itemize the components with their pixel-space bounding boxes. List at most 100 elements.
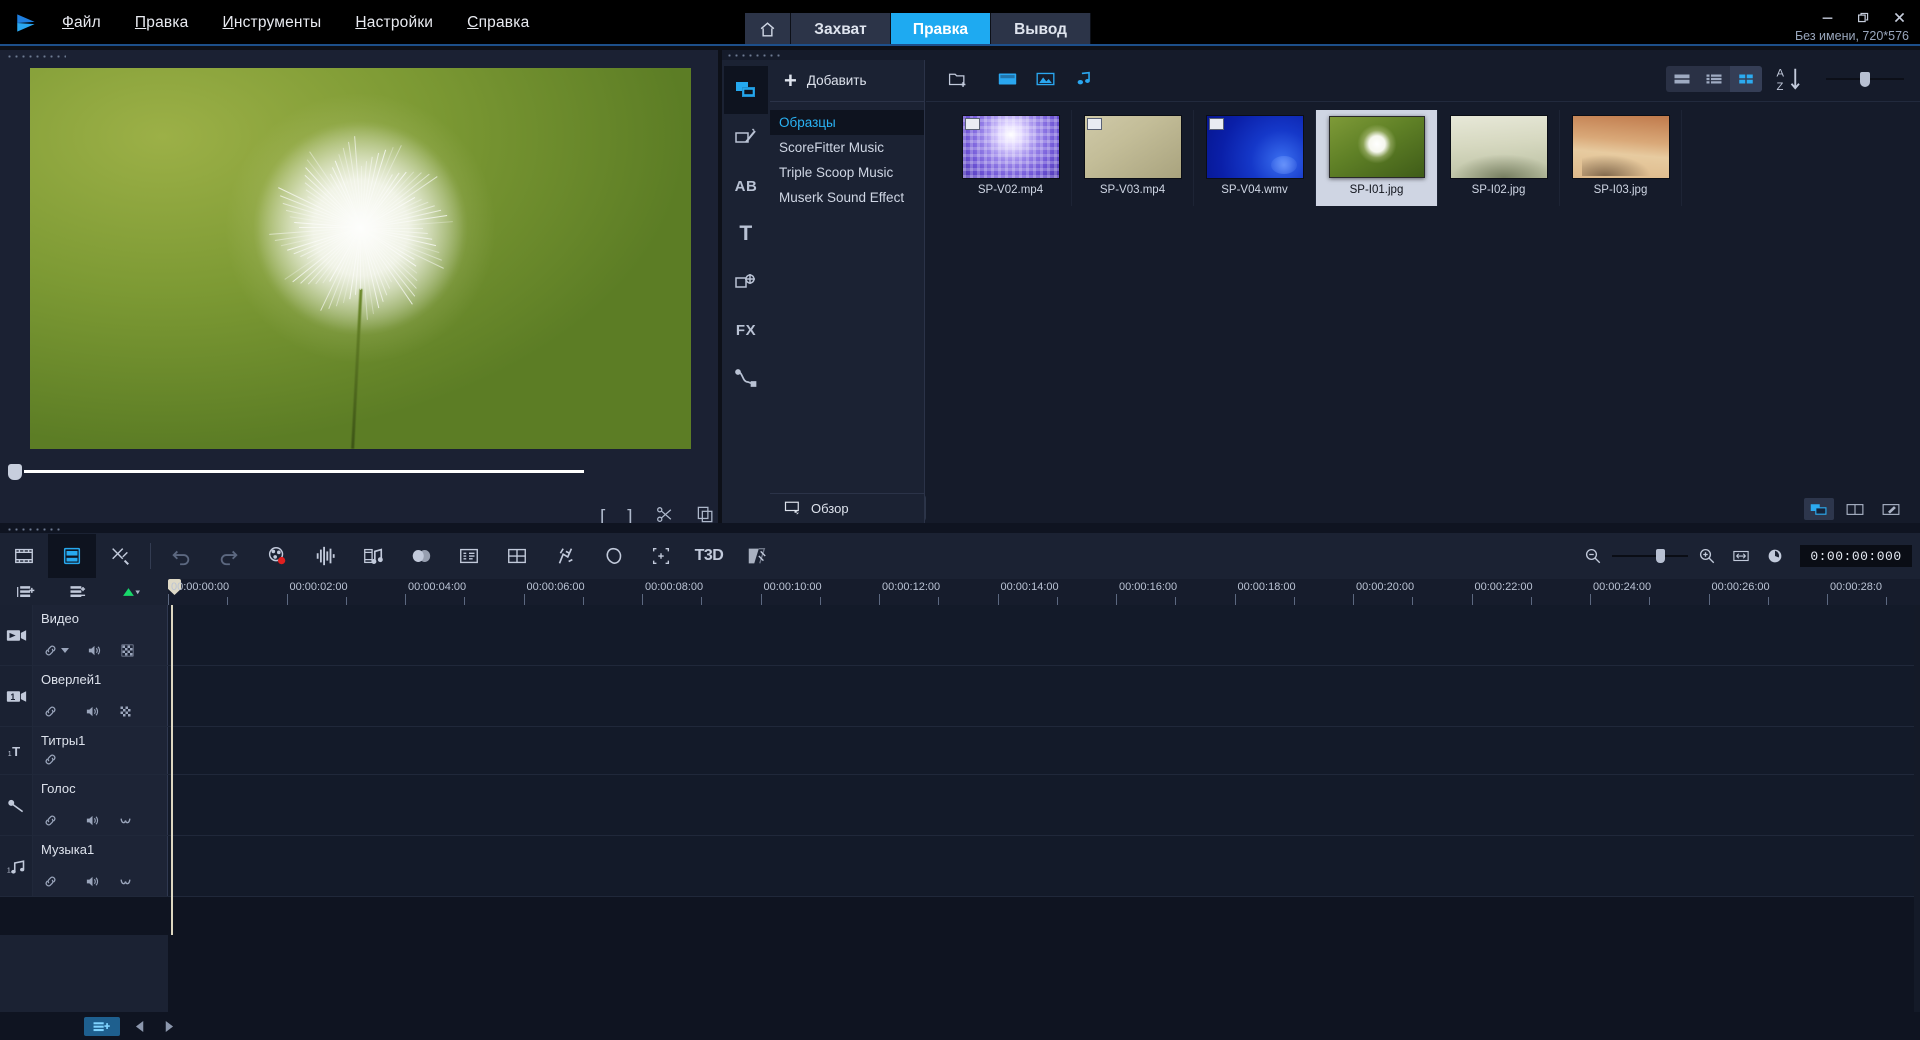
storyboard-view-icon[interactable]: [0, 534, 48, 578]
preview-drag-grip[interactable]: [6, 53, 66, 59]
subtitle-icon[interactable]: [445, 534, 493, 578]
nav-item-samples[interactable]: Образцы: [770, 110, 924, 135]
mute-icon[interactable]: [85, 813, 100, 828]
preview-scrubber[interactable]: [0, 462, 718, 484]
library-zoom-slider[interactable]: [1826, 66, 1904, 92]
motion-tracking-icon[interactable]: [541, 534, 589, 578]
mask-icon[interactable]: [120, 643, 135, 658]
minimize-icon[interactable]: [1816, 8, 1838, 26]
menu-file[interactable]: Файл: [62, 14, 101, 32]
restore-icon[interactable]: [1852, 8, 1874, 26]
browse-button[interactable]: Обзор: [770, 493, 925, 523]
track-lane[interactable]: [168, 727, 1920, 774]
undo-icon[interactable]: [157, 534, 205, 578]
media-item[interactable]: SP-V04.wmv: [1194, 110, 1316, 206]
menu-tools[interactable]: Инструменты: [222, 14, 321, 32]
scrubber-track[interactable]: [24, 470, 584, 473]
media-item-selected[interactable]: SP-I01.jpg: [1316, 110, 1438, 206]
link-icon[interactable]: [43, 813, 58, 828]
timeline-timecode[interactable]: 0:00:00:000: [1800, 545, 1912, 567]
zoom-out-icon[interactable]: [1578, 541, 1608, 571]
mix-dropdown-icon[interactable]: [104, 579, 156, 605]
track-manager-icon[interactable]: [0, 579, 52, 605]
import-folder-icon[interactable]: [942, 66, 972, 92]
media-item[interactable]: SP-I02.jpg: [1438, 110, 1560, 206]
link-icon[interactable]: [43, 874, 58, 889]
waveform-icon[interactable]: [118, 874, 133, 889]
zoom-in-icon[interactable]: [1692, 541, 1722, 571]
title-3d-icon[interactable]: T3D: [685, 534, 733, 578]
media-item[interactable]: SP-I03.jpg: [1560, 110, 1682, 206]
edit-panel-button[interactable]: [1876, 498, 1906, 520]
timeline-ruler[interactable]: 00:00:00:00 00:00:02:00 00:00:04:00 00:00:0…: [168, 579, 1920, 605]
scrubber-handle[interactable]: [8, 464, 22, 480]
library-drag-grip[interactable]: [726, 52, 782, 58]
tab-home[interactable]: [745, 13, 791, 46]
view-large-button[interactable]: [1666, 66, 1698, 92]
filter-audio-icon[interactable]: [1068, 66, 1098, 92]
timeline-zoom-knob[interactable]: [1656, 549, 1665, 563]
mask-creator-icon[interactable]: [589, 534, 637, 578]
tab-edit[interactable]: Правка: [891, 13, 991, 46]
menu-edit[interactable]: Правка: [135, 14, 189, 32]
mask-icon[interactable]: [118, 704, 133, 719]
audio-mixer-icon[interactable]: [301, 534, 349, 578]
paint-creator-icon[interactable]: [733, 534, 781, 578]
media-item[interactable]: SP-V02.mp4: [950, 110, 1072, 206]
sidebar-fx-icon[interactable]: FX: [724, 306, 768, 354]
close-icon[interactable]: [1888, 8, 1910, 26]
track-lane[interactable]: [168, 836, 1920, 896]
timeline-drag-grip[interactable]: [6, 526, 62, 532]
tab-output[interactable]: Вывод: [991, 13, 1091, 46]
timeline-zoom-slider[interactable]: [1612, 541, 1688, 571]
menu-help[interactable]: Справка: [467, 14, 529, 32]
mix-tools-icon[interactable]: [96, 534, 144, 578]
tab-capture[interactable]: Захват: [791, 13, 891, 46]
zoom-slider-knob[interactable]: [1860, 72, 1870, 87]
sidebar-transitions-icon[interactable]: AB: [724, 162, 768, 210]
track-lane[interactable]: [168, 775, 1920, 835]
mute-icon[interactable]: [85, 874, 100, 889]
transition-icon[interactable]: [397, 534, 445, 578]
redo-icon[interactable]: [205, 534, 253, 578]
track-header[interactable]: Музыка1: [33, 836, 168, 896]
track-header[interactable]: Титры1: [33, 727, 168, 774]
sidebar-graphics-icon[interactable]: [724, 258, 768, 306]
track-header[interactable]: Видео: [33, 605, 168, 665]
mute-icon[interactable]: [87, 643, 102, 658]
link-icon[interactable]: [43, 643, 69, 658]
add-track-button[interactable]: [84, 1016, 120, 1036]
soundtrack-icon[interactable]: [349, 534, 397, 578]
crop-region-icon[interactable]: [637, 534, 685, 578]
fit-project-icon[interactable]: [1726, 541, 1756, 571]
sidebar-effects-wand-icon[interactable]: [724, 114, 768, 162]
video-preview[interactable]: [30, 68, 691, 449]
clock-icon[interactable]: [1760, 541, 1790, 571]
sidebar-titles-icon[interactable]: T: [724, 210, 768, 258]
link-icon[interactable]: [43, 752, 58, 767]
split-panel-button[interactable]: [1840, 498, 1870, 520]
track-lane[interactable]: [168, 605, 1920, 665]
scroll-left-icon[interactable]: [132, 1017, 148, 1035]
link-icon[interactable]: [43, 704, 58, 719]
nav-item-triplescoop[interactable]: Triple Scoop Music: [770, 160, 924, 185]
library-panel-button[interactable]: [1804, 498, 1834, 520]
filter-photo-icon[interactable]: [1030, 66, 1060, 92]
view-list-button[interactable]: [1698, 66, 1730, 92]
track-header[interactable]: Оверлей1: [33, 666, 168, 726]
timeline-vertical-scrollbar[interactable]: [1914, 605, 1920, 1012]
track-add-icon[interactable]: [52, 579, 104, 605]
sidebar-motion-path-icon[interactable]: [724, 354, 768, 402]
timeline-view-icon[interactable]: [48, 534, 96, 578]
add-media-button[interactable]: + Добавить: [770, 60, 924, 102]
nav-item-scorefitter[interactable]: ScoreFitter Music: [770, 135, 924, 160]
sidebar-media-icon[interactable]: [724, 66, 768, 114]
waveform-icon[interactable]: [118, 813, 133, 828]
scroll-right-icon[interactable]: [160, 1017, 176, 1035]
record-capture-icon[interactable]: [253, 534, 301, 578]
multicamera-icon[interactable]: [493, 534, 541, 578]
view-grid-button[interactable]: [1730, 66, 1762, 92]
mute-icon[interactable]: [85, 704, 100, 719]
timeline-empty-area[interactable]: [168, 935, 1920, 1012]
filter-video-icon[interactable]: [992, 66, 1022, 92]
